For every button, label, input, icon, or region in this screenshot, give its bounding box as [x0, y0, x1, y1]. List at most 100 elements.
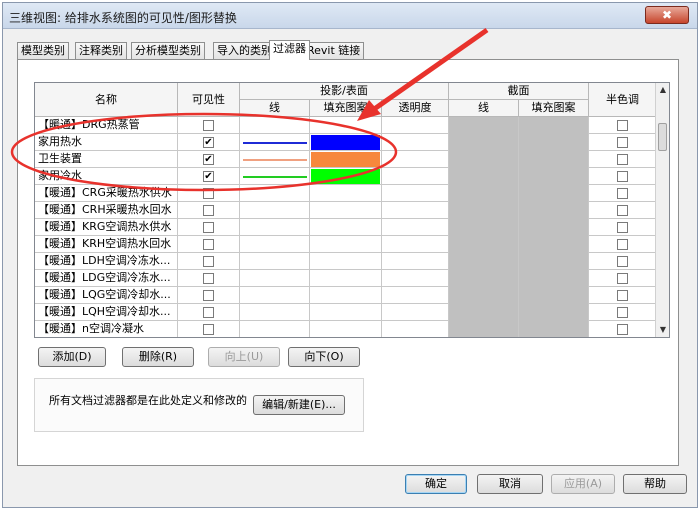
filter-row[interactable]: 卫生装置 ✔ [35, 151, 657, 168]
projection-line-cell[interactable] [240, 270, 310, 287]
tab-model-categories[interactable]: 模型类别 [17, 42, 69, 59]
visibility-checkbox[interactable]: ✔ [203, 154, 214, 165]
filter-row[interactable]: 【暖通】LQG空调冷却水... [35, 287, 657, 304]
visibility-checkbox[interactable]: ✔ [203, 137, 214, 148]
halftone-checkbox[interactable] [617, 188, 628, 199]
header-visibility[interactable]: 可见性 [178, 83, 240, 117]
projection-line-cell[interactable] [240, 134, 310, 151]
projection-line-cell[interactable] [240, 253, 310, 270]
visibility-checkbox[interactable] [203, 222, 214, 233]
projection-fill-cell[interactable] [310, 253, 382, 270]
halftone-checkbox[interactable] [617, 137, 628, 148]
projection-line-cell[interactable] [240, 151, 310, 168]
transparency-cell[interactable] [382, 304, 449, 321]
move-up-button[interactable]: 向上(U) [208, 347, 280, 367]
projection-fill-cell[interactable] [310, 304, 382, 321]
filter-row[interactable]: 【暖通】KRG空调热水供水 [35, 219, 657, 236]
projection-fill-cell[interactable] [310, 287, 382, 304]
halftone-checkbox[interactable] [617, 154, 628, 165]
visibility-checkbox[interactable] [203, 290, 214, 301]
halftone-checkbox[interactable] [617, 205, 628, 216]
visibility-checkbox[interactable] [203, 205, 214, 216]
scroll-up-icon[interactable]: ▲ [658, 85, 668, 95]
projection-line-cell[interactable] [240, 236, 310, 253]
filter-row[interactable]: 家用冷水 ✔ [35, 168, 657, 185]
filter-row[interactable]: 【暖通】n空调冷凝水 [35, 321, 657, 337]
transparency-cell[interactable] [382, 219, 449, 236]
halftone-checkbox[interactable] [617, 324, 628, 335]
halftone-checkbox[interactable] [617, 273, 628, 284]
header-name[interactable]: 名称 [35, 83, 178, 117]
tab-analytical-model-categories[interactable]: 分析模型类别 [131, 42, 205, 59]
tab-imported-categories[interactable]: 导入的类别 [213, 42, 276, 59]
filter-row[interactable]: 【暖通】KRH空调热水回水 [35, 236, 657, 253]
projection-line-cell[interactable] [240, 287, 310, 304]
transparency-cell[interactable] [382, 270, 449, 287]
halftone-checkbox[interactable] [617, 171, 628, 182]
transparency-cell[interactable] [382, 321, 449, 337]
visibility-checkbox[interactable] [203, 120, 214, 131]
visibility-checkbox[interactable] [203, 188, 214, 199]
filter-row[interactable]: 【暖通】CRG采暖热水供水 [35, 185, 657, 202]
add-filter-button[interactable]: 添加(D) [38, 347, 106, 367]
filter-row[interactable]: 【暖通】CRH采暖热水回水 [35, 202, 657, 219]
transparency-cell[interactable] [382, 168, 449, 185]
projection-fill-cell[interactable] [310, 321, 382, 337]
move-down-button[interactable]: 向下(O) [288, 347, 360, 367]
visibility-checkbox[interactable] [203, 324, 214, 335]
filter-row[interactable]: 【暖通】LDG空调冷冻水... [35, 270, 657, 287]
projection-fill-cell[interactable] [310, 270, 382, 287]
filter-row[interactable]: 【暖通】LQH空调冷却水... [35, 304, 657, 321]
projection-fill-cell[interactable] [310, 185, 382, 202]
delete-filter-button[interactable]: 删除(R) [122, 347, 194, 367]
transparency-cell[interactable] [382, 185, 449, 202]
visibility-checkbox[interactable] [203, 239, 214, 250]
visibility-checkbox[interactable] [203, 307, 214, 318]
halftone-checkbox[interactable] [617, 290, 628, 301]
projection-fill-cell[interactable] [310, 151, 382, 168]
halftone-checkbox[interactable] [617, 239, 628, 250]
halftone-checkbox[interactable] [617, 222, 628, 233]
projection-fill-cell[interactable] [310, 236, 382, 253]
transparency-cell[interactable] [382, 253, 449, 270]
transparency-cell[interactable] [382, 117, 449, 134]
filter-row[interactable]: 家用热水 ✔ [35, 134, 657, 151]
tab-revit-links[interactable]: Revit 链接 [303, 42, 365, 59]
vertical-scrollbar[interactable]: ▲ ▼ [655, 83, 669, 337]
scroll-down-icon[interactable]: ▼ [658, 325, 668, 335]
halftone-checkbox[interactable] [617, 256, 628, 267]
title-bar[interactable]: 三维视图: 给排水系统图的可见性/图形替换 ✖ [3, 3, 697, 29]
projection-line-cell[interactable] [240, 117, 310, 134]
tab-annotation-categories[interactable]: 注释类别 [75, 42, 127, 59]
transparency-cell[interactable] [382, 287, 449, 304]
transparency-cell[interactable] [382, 236, 449, 253]
tab-filters[interactable]: 过滤器 [269, 40, 310, 60]
projection-fill-cell[interactable] [310, 219, 382, 236]
header-halftone[interactable]: 半色调 [589, 83, 657, 117]
projection-line-cell[interactable] [240, 168, 310, 185]
transparency-cell[interactable] [382, 202, 449, 219]
edit-new-filter-button[interactable]: 编辑/新建(E)... [253, 395, 345, 415]
halftone-checkbox[interactable] [617, 307, 628, 318]
scroll-thumb[interactable] [658, 123, 667, 151]
transparency-cell[interactable] [382, 151, 449, 168]
projection-line-cell[interactable] [240, 202, 310, 219]
close-button[interactable]: ✖ [645, 6, 689, 24]
apply-button[interactable]: 应用(A) [551, 474, 615, 494]
projection-line-cell[interactable] [240, 219, 310, 236]
projection-fill-cell[interactable] [310, 168, 382, 185]
help-button[interactable]: 帮助 [623, 474, 687, 494]
filter-row[interactable]: 【暖通】LDH空调冷冻水... [35, 253, 657, 270]
filter-row[interactable]: 【暖通】DRG热蒸管 [35, 117, 657, 134]
visibility-checkbox[interactable] [203, 273, 214, 284]
halftone-checkbox[interactable] [617, 120, 628, 131]
projection-fill-cell[interactable] [310, 134, 382, 151]
transparency-cell[interactable] [382, 134, 449, 151]
ok-button[interactable]: 确定 [405, 474, 467, 494]
projection-line-cell[interactable] [240, 185, 310, 202]
projection-fill-cell[interactable] [310, 202, 382, 219]
visibility-checkbox[interactable] [203, 256, 214, 267]
cancel-button[interactable]: 取消 [477, 474, 543, 494]
projection-fill-cell[interactable] [310, 117, 382, 134]
projection-line-cell[interactable] [240, 321, 310, 337]
